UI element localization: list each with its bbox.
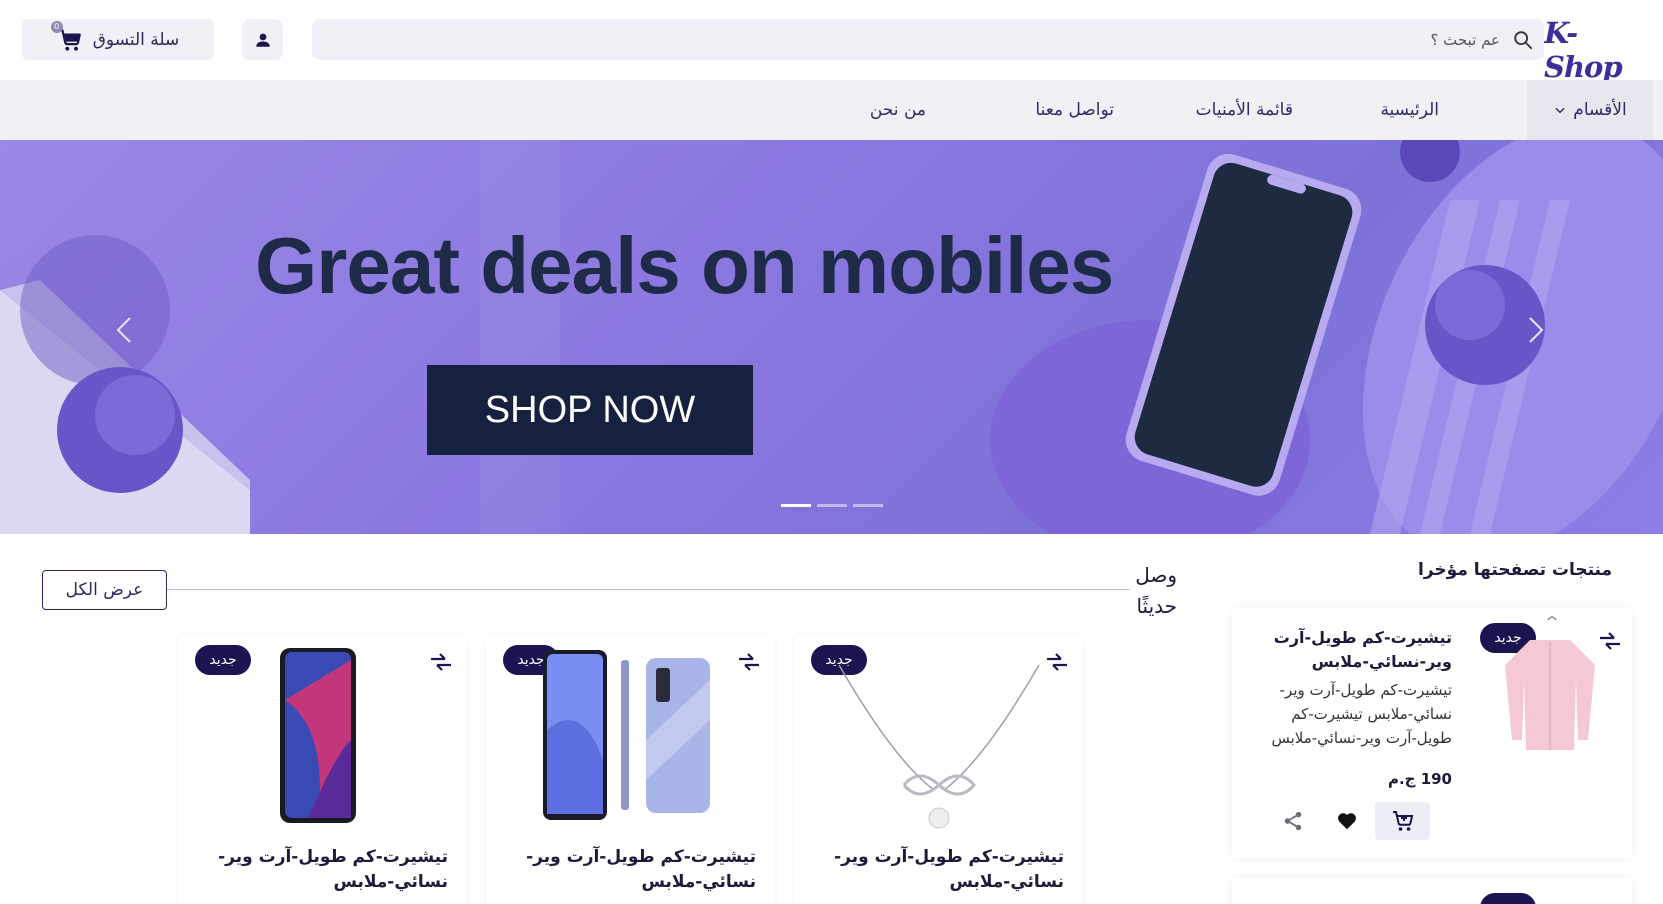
product-image-necklace [838,664,1040,829]
recent-product-card[interactable]: جديد تيشيرت-كم طويل-آرت وير-نسائي-ملابس … [1232,608,1632,858]
chevron-right-icon[interactable] [1520,310,1550,350]
search-input[interactable] [312,19,1500,60]
main-nav: الأقسام الرئيسية قائمة الأمنيات تواصل مع… [0,80,1663,140]
carousel-dot-2[interactable] [817,504,847,507]
header: K-Shop 0 سلة التسوق [0,0,1663,84]
add-to-cart-button[interactable] [1375,802,1430,840]
product-card[interactable]: جديد تيشيرت-كم طويل-آرت وير-نسائي-ملابس [178,635,467,904]
search-bar[interactable] [312,19,1544,60]
nav-about[interactable]: من نحن [870,80,926,140]
chevron-left-icon[interactable] [110,310,140,350]
product-name[interactable]: تيشيرت-كم طويل-آرت وير-نسائي-ملابس [198,845,448,895]
heart-icon [1338,813,1356,830]
cart-count-badge: 0 [50,20,63,33]
nav-categories-label: الأقسام [1573,100,1627,120]
section-divider [166,589,1130,590]
recent-product-description: تيشيرت-كم طويل-آرت وير-نسائي-ملابس تيشير… [1271,681,1452,747]
new-arrivals-title: وصل حديثًا [1135,563,1177,618]
product-name[interactable]: تيشيرت-كم طويل-آرت وير-نسائي-ملابس [506,845,756,895]
recently-viewed-title: منتجات تصفحتها مؤخرا [1418,560,1612,580]
logo[interactable]: K-Shop [1544,16,1644,84]
chevron-down-icon [1555,107,1565,114]
share-button[interactable] [1278,806,1308,836]
cart-button[interactable]: 0 سلة التسوق [22,19,214,60]
search-icon[interactable] [1512,29,1534,51]
compare-icon[interactable] [1597,630,1623,652]
hero-banner[interactable]: Great deals on mobiles SHOP NOW [0,140,1663,534]
product-image-phone [280,648,356,823]
user-icon [255,33,270,47]
new-badge: جديد [195,645,251,675]
compare-icon[interactable] [428,651,454,673]
recent-product-card[interactable] [1232,878,1632,904]
nav-contact[interactable]: تواصل معنا [1035,80,1114,140]
nav-wishlist[interactable]: قائمة الأمنيات [1196,80,1293,140]
account-button[interactable] [242,19,283,60]
cart-icon-wrap: 0 [50,20,83,53]
shop-now-button[interactable]: SHOP NOW [427,365,753,455]
view-all-button[interactable]: عرض الكل [42,570,167,610]
share-icon [1284,811,1302,831]
product-name[interactable]: تيشيرت-كم طويل-آرت وير-نسائي-ملابس [814,845,1064,895]
cart-label: سلة التسوق [92,29,180,50]
banner-decoration [0,140,1663,534]
nav-home[interactable]: الرئيسية [1380,80,1439,140]
recent-product-name[interactable]: تيشيرت-كم طويل-آرت وير-نسائي-ملابس [1252,626,1452,674]
carousel-dot-3[interactable] [853,504,883,507]
compare-icon[interactable] [1044,651,1070,673]
product-image-phones [543,650,710,820]
new-badge [1480,893,1536,904]
product-image-shirt [1505,616,1595,750]
wishlist-button[interactable] [1332,806,1362,836]
banner-glow [480,140,560,534]
add-cart-icon [1392,811,1413,831]
carousel-dot-1[interactable] [781,504,811,507]
recent-product-price: 190 ج.م [1387,770,1452,788]
carousel-dots [781,504,883,507]
product-card[interactable]: جديد تيشيرت-كم طويل-آرت وير-نسائي-ملابس [794,635,1083,904]
product-card[interactable]: جديد تيشيرت-كم طويل-آرت وير-نسائي-ملابس [486,635,775,904]
nav-categories[interactable]: الأقسام [1527,80,1653,140]
banner-title: Great deals on mobiles [255,221,1114,310]
compare-icon[interactable] [736,651,762,673]
